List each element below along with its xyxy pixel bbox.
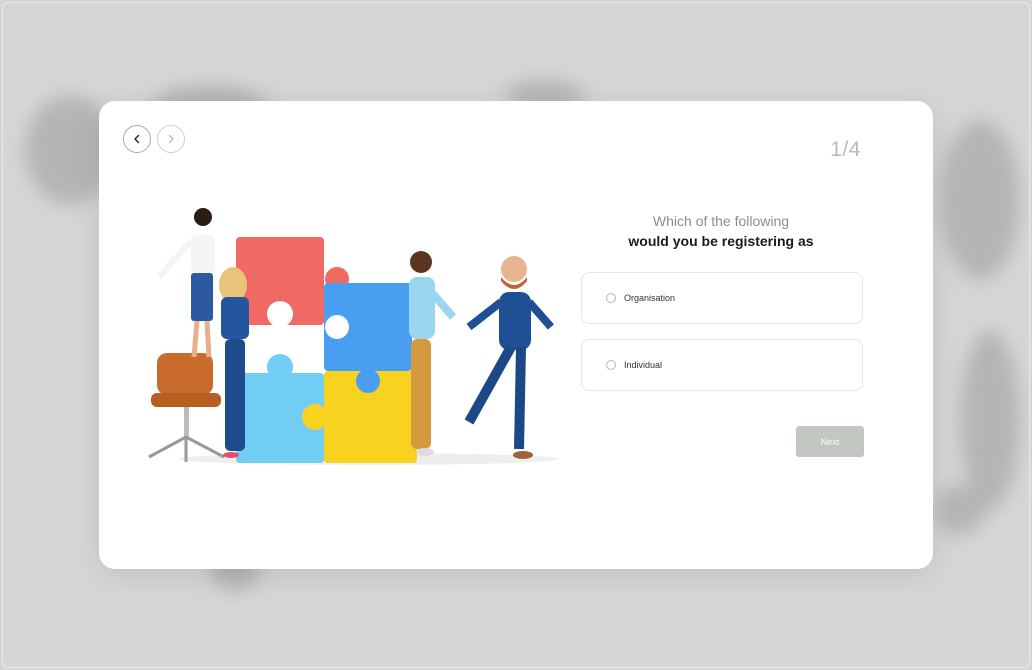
option-label: Organisation <box>624 293 676 303</box>
question-line-2: would you be registering as <box>628 233 814 249</box>
office-chair-graphic <box>148 353 225 462</box>
man-holding-puzzle-figure <box>409 251 457 456</box>
man-bearded-figure <box>464 256 555 459</box>
step-indicator: 1/4 <box>830 138 861 161</box>
chevron-right-icon <box>168 134 174 144</box>
puzzle-pieces-graphic <box>236 237 417 463</box>
registration-modal: 1/4 Which of the following would you be … <box>99 101 933 569</box>
chevron-left-icon <box>134 134 140 144</box>
question-line-1: Which of the following <box>652 213 790 229</box>
next-button[interactable]: Next <box>796 426 864 457</box>
option-label: Individual <box>624 360 663 370</box>
forward-button[interactable] <box>157 125 185 153</box>
team-puzzle-illustration <box>148 208 559 465</box>
radio-icon[interactable] <box>606 360 616 370</box>
radio-icon[interactable] <box>606 293 616 303</box>
question-text: Which of the following would you be regi… <box>581 211 861 251</box>
option-individual[interactable]: Individual <box>581 339 863 391</box>
option-organisation[interactable]: Organisation <box>581 272 863 324</box>
back-button[interactable] <box>123 125 151 153</box>
woman-standing-figure <box>156 208 215 358</box>
